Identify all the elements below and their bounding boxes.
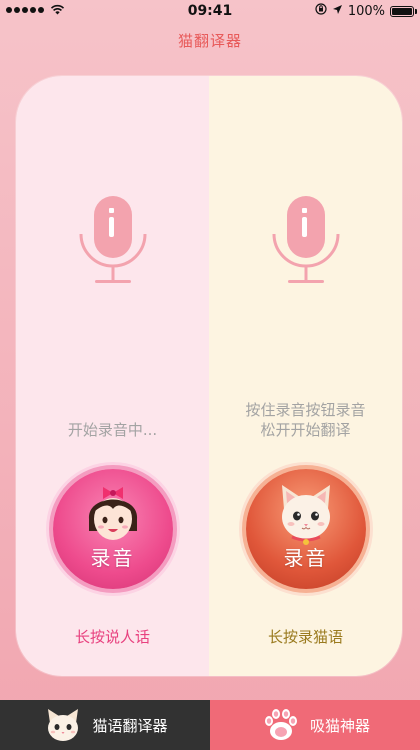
cat-panel: 按住录音按钮录音 松开开始翻译 录音 长按录猫语 — [209, 76, 402, 676]
battery-percent: 100% — [347, 3, 385, 19]
tab-bar: 猫语翻译器 吸猫神器 — [0, 700, 420, 750]
record-button-label: 录音 — [283, 546, 328, 570]
tab-cat-sucking[interactable]: 吸猫神器 — [210, 700, 420, 750]
cat-avatar-icon — [281, 485, 330, 545]
recording-status-text: 开始录音中... — [67, 421, 158, 439]
tab-label: 猫语翻译器 — [92, 716, 168, 735]
instruction-line-2: 松开开始翻译 — [260, 421, 351, 439]
battery-icon — [390, 5, 417, 17]
hold-to-record-cat-text: 长按录猫语 — [267, 628, 343, 646]
paw-icon — [264, 709, 297, 740]
microphone-icon — [272, 196, 339, 283]
record-cat-button[interactable]: 录音 — [245, 469, 366, 589]
instruction-text: 按住录音按钮录音 松开开始翻译 — [209, 400, 402, 440]
location-arrow-icon — [332, 4, 343, 19]
cat-face-icon — [48, 709, 79, 741]
girl-avatar-icon — [88, 487, 137, 540]
tab-label: 吸猫神器 — [309, 716, 370, 735]
record-button-label: 录音 — [90, 546, 135, 570]
record-human-button[interactable]: 录音 — [52, 469, 173, 589]
page-title: 猫翻译器 — [177, 32, 242, 50]
hold-to-speak-text: 长按说人话 — [74, 628, 150, 646]
lock-rotation-icon — [315, 3, 327, 19]
instruction-line-1: 按住录音按钮录音 — [245, 401, 366, 419]
microphone-icon — [79, 196, 146, 283]
status-bar: 09:41 100% — [0, 0, 420, 22]
status-indicators: 100% — [315, 3, 417, 19]
translator-card: 开始录音中... 录音 长按说人话 按住录音按钮录音 松开开始翻译 录音 长按录… — [16, 76, 402, 676]
human-panel: 开始录音中... 录音 长按说人话 — [16, 76, 209, 676]
tab-cat-translator[interactable]: 猫语翻译器 — [0, 700, 210, 750]
